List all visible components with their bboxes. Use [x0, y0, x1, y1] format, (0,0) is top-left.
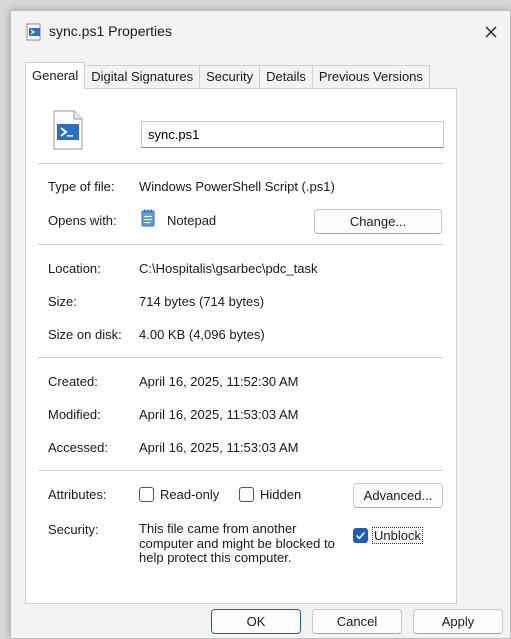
- type-of-file-label: Type of file:: [48, 179, 115, 194]
- type-of-file-value: Windows PowerShell Script (.ps1): [139, 179, 335, 194]
- properties-dialog: sync.ps1 Properties General Digital Sign…: [10, 10, 511, 639]
- filename-input[interactable]: [141, 121, 444, 148]
- tab-digital-signatures[interactable]: Digital Signatures: [85, 65, 201, 89]
- divider: [38, 163, 443, 164]
- size-value: 714 bytes (714 bytes): [139, 294, 265, 309]
- modified-label: Modified:: [48, 407, 101, 422]
- divider: [38, 244, 443, 245]
- advanced-button[interactable]: Advanced...: [353, 483, 443, 508]
- location-value: C:\Hospitalis\gsarbec\pdc_task: [139, 261, 318, 276]
- opens-with-label: Opens with:: [48, 213, 117, 228]
- opens-with-value: Notepad: [167, 213, 217, 228]
- checkmark-icon: [355, 531, 366, 540]
- size-on-disk-value: 4.00 KB (4,096 bytes): [139, 327, 265, 342]
- unblock-checkbox[interactable]: [353, 528, 368, 543]
- powershell-script-icon: [53, 110, 83, 150]
- size-on-disk-label: Size on disk:: [48, 327, 122, 342]
- title-bar: sync.ps1 Properties: [11, 11, 510, 55]
- accessed-label: Accessed:: [48, 440, 108, 455]
- tab-strip: General Digital Signatures Security Deta…: [25, 62, 430, 89]
- created-label: Created:: [48, 374, 98, 389]
- ok-button[interactable]: OK: [211, 609, 301, 634]
- notepad-icon: [141, 209, 155, 227]
- created-value: April 16, 2025, 11:52:30 AM: [139, 374, 299, 389]
- attributes-label: Attributes:: [48, 487, 107, 502]
- tab-previous-versions[interactable]: Previous Versions: [312, 65, 430, 89]
- general-panel: Type of file: Windows PowerShell Script …: [25, 88, 457, 604]
- security-label: Security:: [48, 522, 99, 537]
- hidden-checkbox[interactable]: [239, 487, 254, 502]
- unblock-label[interactable]: Unblock: [372, 527, 423, 544]
- security-warning-text: This file came from another computer and…: [139, 521, 335, 565]
- close-icon: [485, 26, 497, 38]
- readonly-checkbox[interactable]: [139, 487, 154, 502]
- powershell-script-icon: [26, 23, 41, 41]
- cancel-button[interactable]: Cancel: [312, 609, 402, 634]
- tab-general[interactable]: General: [25, 62, 86, 89]
- divider: [38, 470, 443, 471]
- tab-security[interactable]: Security: [200, 65, 261, 89]
- apply-button[interactable]: Apply: [413, 609, 503, 634]
- close-button[interactable]: [476, 17, 506, 47]
- change-button[interactable]: Change...: [314, 209, 442, 234]
- tab-details[interactable]: Details: [260, 65, 313, 89]
- hidden-label[interactable]: Hidden: [260, 487, 301, 502]
- size-label: Size:: [48, 294, 77, 309]
- readonly-label[interactable]: Read-only: [160, 487, 219, 502]
- divider: [38, 357, 443, 358]
- window-title: sync.ps1 Properties: [49, 23, 172, 39]
- modified-value: April 16, 2025, 11:53:03 AM: [139, 407, 299, 422]
- accessed-value: April 16, 2025, 11:53:03 AM: [139, 440, 299, 455]
- location-label: Location:: [48, 261, 101, 276]
